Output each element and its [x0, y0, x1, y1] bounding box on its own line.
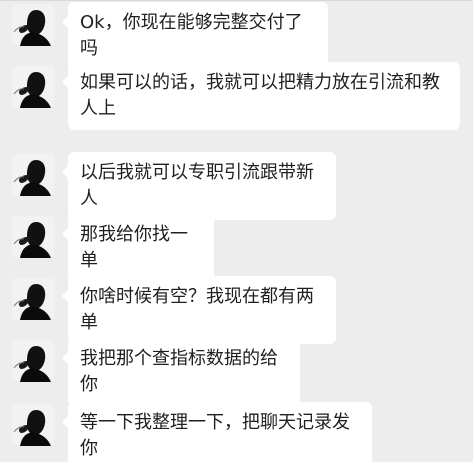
chat-window: Ok，你现在能够完整交付了吗 如果可以的话，我就可以把精力放在引流和教人上 以后…: [0, 0, 473, 462]
message-text: Ok，你现在能够完整交付了吗: [80, 12, 303, 59]
message-bubble[interactable]: 你啥时候有空？我现在都有两单: [62, 276, 336, 344]
message-bubble[interactable]: Ok，你现在能够完整交付了吗: [62, 2, 328, 70]
message-bubble[interactable]: 我把那个查指标数据的给你: [62, 338, 300, 406]
avatar[interactable]: [12, 404, 54, 446]
avatar[interactable]: [12, 340, 54, 382]
message-bubble[interactable]: 以后我就可以专职引流跟带新人: [62, 152, 336, 220]
message-text: 等一下我整理一下，把聊天记录发你: [80, 412, 350, 459]
message-text: 如果可以的话，我就可以把精力放在引流和教人上: [80, 72, 440, 119]
avatar[interactable]: [12, 66, 54, 108]
avatar[interactable]: [12, 154, 54, 196]
message-text: 你啥时候有空？我现在都有两单: [80, 286, 314, 333]
message-text: 我把那个查指标数据的给你: [80, 348, 278, 395]
top-divider: [0, 0, 473, 1]
message-text: 那我给你找一单: [80, 224, 188, 271]
message-bubble[interactable]: 那我给你找一单: [62, 214, 214, 282]
avatar[interactable]: [12, 4, 54, 46]
message-bubble[interactable]: 等一下我整理一下，把聊天记录发你: [62, 402, 372, 462]
avatar[interactable]: [12, 216, 54, 258]
avatar[interactable]: [12, 278, 54, 320]
message-text: 以后我就可以专职引流跟带新人: [80, 162, 314, 209]
message-bubble[interactable]: 如果可以的话，我就可以把精力放在引流和教人上: [62, 62, 460, 130]
